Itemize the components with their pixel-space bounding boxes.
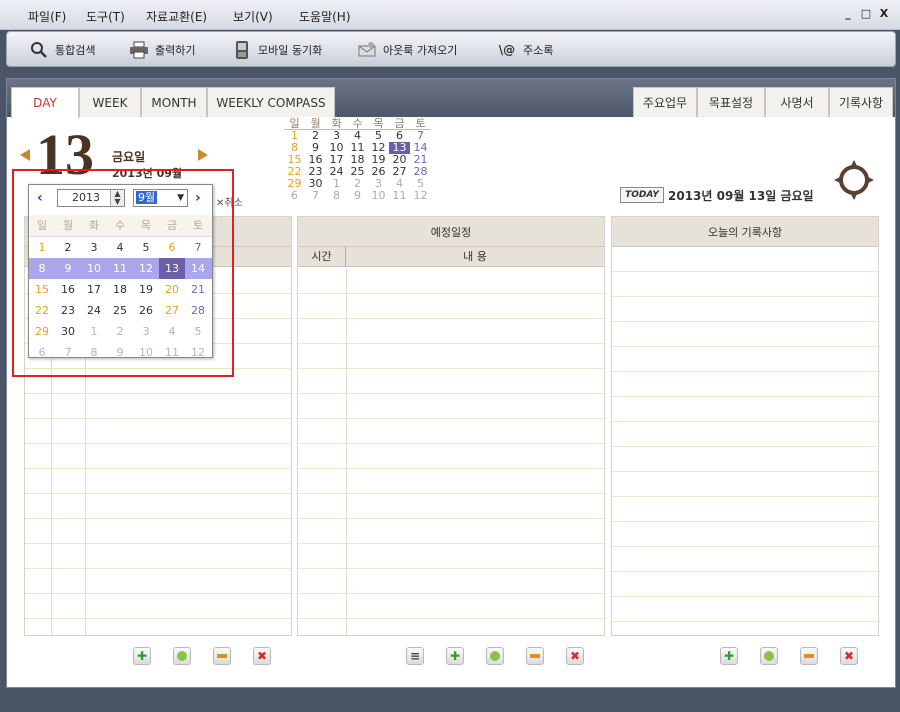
mini-calendar-day[interactable]: 6 [284, 190, 305, 202]
search-label: 통합검색 [55, 44, 96, 57]
tab-weekly-compass[interactable]: WEEKLY COMPASS [207, 87, 335, 117]
menu-file[interactable]: 파일(F) [28, 8, 66, 25]
mini-calendar-day[interactable]: 12 [410, 190, 431, 202]
address-book-button[interactable]: \@ 주소록 [497, 38, 554, 62]
tab-week[interactable]: WEEK [79, 87, 141, 117]
compass-icon[interactable] [834, 160, 874, 200]
print-button[interactable]: 출력하기 [129, 38, 195, 62]
outlook-import-button[interactable]: 아웃룩 가져오기 [357, 38, 457, 62]
mobile-icon [232, 40, 252, 60]
minus-icon [530, 654, 540, 658]
print-label: 출력하기 [155, 44, 196, 57]
outlook-icon [357, 40, 377, 60]
prev-day-button[interactable] [20, 149, 30, 161]
tab-major-tasks[interactable]: 주요업무 [633, 87, 697, 117]
today-button[interactable]: TODAY [620, 187, 664, 203]
minus-icon [217, 654, 227, 658]
tab-day[interactable]: DAY [11, 87, 79, 118]
mini-calendar-day[interactable]: 10 [368, 190, 389, 202]
search-button[interactable]: 통합검색 [29, 38, 95, 62]
circle-icon [764, 651, 774, 661]
next-day-button[interactable] [198, 149, 208, 161]
printer-icon [129, 40, 149, 60]
schedule-delete-button[interactable]: ✖ [566, 647, 584, 665]
notes-remove-button[interactable] [800, 647, 818, 665]
tab-mission[interactable]: 사명서 [765, 87, 829, 117]
search-icon [29, 40, 49, 60]
schedule-panel: 예정일정 시간 내 용 [297, 216, 605, 636]
tasks-add-button[interactable]: ✚ [133, 647, 151, 665]
close-button[interactable]: X [878, 8, 890, 20]
schedule-col-content: 내 용 [463, 250, 487, 263]
mini-calendar-day[interactable]: 8 [326, 190, 347, 202]
schedule-col-time: 시간 [298, 247, 346, 266]
schedule-remove-button[interactable] [526, 647, 544, 665]
menu-view[interactable]: 보기(V) [233, 8, 273, 25]
schedule-divider [346, 269, 347, 635]
mini-calendar-week: 6 7 8 9 10 11 12 [284, 190, 432, 202]
menu-bar: 파일(F) 도구(T) 자료교환(E) 보기(V) 도움말(H) _ □ X [0, 0, 900, 30]
circle-icon [490, 651, 500, 661]
menu-help[interactable]: 도움말(H) [299, 8, 351, 25]
tasks-remove-button[interactable] [213, 647, 231, 665]
weekday-label: 금요일 [112, 150, 146, 164]
notes-panel-title: 오늘의 기록사항 [612, 217, 878, 247]
tasks-delete-button[interactable]: ✖ [253, 647, 271, 665]
minus-icon [804, 654, 814, 658]
mini-calendar: 일 월 화 수 목 금 토 1 2 3 4 5 6 7 8 9 10 11 12 13 14 15 16 17 1… [284, 118, 432, 202]
mini-calendar-day[interactable]: 7 [305, 190, 326, 202]
tab-month[interactable]: MONTH [141, 87, 207, 117]
schedule-panel-columns: 시간 내 용 [298, 247, 604, 267]
today-date-text: 2013년 09월 13일 금요일 [668, 189, 814, 203]
toolbar: 통합검색 출력하기 모바일 동기화 아웃룩 가져오기 \@ 주소록 [6, 31, 896, 67]
notes-add-button[interactable]: ✚ [720, 647, 738, 665]
highlight-box [12, 169, 234, 377]
address-book-label: 주소록 [523, 44, 554, 57]
mini-calendar-day[interactable]: 9 [347, 190, 368, 202]
schedule-list[interactable] [298, 269, 604, 635]
notes-complete-button[interactable] [760, 647, 778, 665]
tasks-complete-button[interactable] [173, 647, 191, 665]
menu-tools[interactable]: 도구(T) [86, 8, 125, 25]
tab-records[interactable]: 기록사항 [829, 87, 893, 117]
schedule-complete-button[interactable] [486, 647, 504, 665]
schedule-panel-title: 예정일정 [298, 217, 604, 247]
mini-calendar-day[interactable]: 11 [389, 190, 410, 202]
menu-exchange[interactable]: 자료교환(E) [146, 8, 207, 25]
schedule-menu-button[interactable]: ≡ [406, 647, 424, 665]
maximize-button[interactable]: □ [860, 8, 872, 20]
tab-goals[interactable]: 목표설정 [697, 87, 765, 117]
address-book-icon: \@ [498, 43, 516, 57]
minimize-button[interactable]: _ [842, 8, 854, 20]
mobile-sync-label: 모바일 동기화 [258, 44, 323, 57]
schedule-add-button[interactable]: ✚ [446, 647, 464, 665]
mobile-sync-button[interactable]: 모바일 동기화 [232, 38, 322, 62]
notes-list[interactable] [612, 247, 878, 635]
notes-panel: 오늘의 기록사항 [611, 216, 879, 636]
outlook-import-label: 아웃룩 가져오기 [383, 44, 458, 57]
circle-icon [177, 651, 187, 661]
notes-delete-button[interactable]: ✖ [840, 647, 858, 665]
